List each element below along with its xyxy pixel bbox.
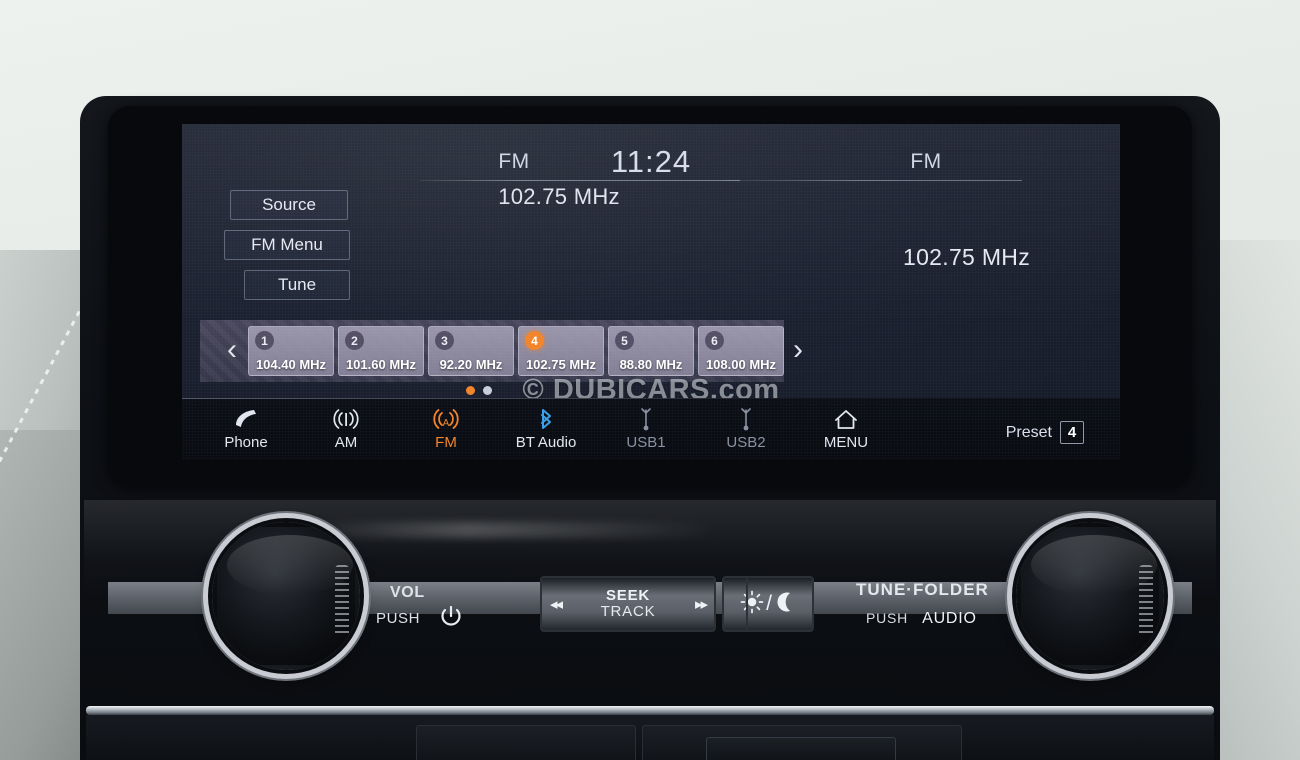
preset-strip: ‹ › 1 104.40 MHz 2 101.60 MHz 3 92.20 MH… xyxy=(200,320,803,382)
preset-indicator-label: Preset xyxy=(1005,423,1052,441)
source-label: BT Audio xyxy=(515,434,577,451)
tune-button[interactable]: Tune xyxy=(244,270,350,300)
preset-prev-page-icon[interactable]: ‹ xyxy=(220,330,244,370)
phone-handset-icon xyxy=(233,407,259,431)
preset-button-1[interactable]: 1 104.40 MHz xyxy=(248,326,334,376)
volume-knob[interactable] xyxy=(212,522,360,670)
source-label: Phone xyxy=(224,434,268,451)
source-item-am[interactable]: AM xyxy=(296,407,396,451)
source-label: AM xyxy=(334,434,358,451)
bluetooth-icon xyxy=(536,407,556,431)
preset-page-dots[interactable] xyxy=(466,386,492,395)
source-item-usb1[interactable]: USB1 xyxy=(596,407,696,451)
previous-track-icon[interactable]: ◂◂ xyxy=(550,595,563,613)
preset-frequency: 101.60 MHz xyxy=(345,357,417,372)
preset-number: 6 xyxy=(705,331,724,350)
page-dot-2[interactable] xyxy=(483,386,492,395)
tune-push-label: PUSH xyxy=(866,610,909,626)
home-house-icon xyxy=(833,407,859,431)
seek-track-labels: SEEK TRACK xyxy=(600,586,656,621)
preset-number: 2 xyxy=(345,331,364,350)
header-divider-right xyxy=(722,180,1022,181)
day-night-divider xyxy=(722,576,748,632)
infotainment-display[interactable]: FM 11:24 FM 102.75 MHz 102.75 MHz Source… xyxy=(182,124,1120,460)
preset-frequency: 88.80 MHz xyxy=(619,357,683,372)
usb-icon xyxy=(737,407,755,431)
preset-frequency: 92.20 MHz xyxy=(439,357,503,372)
track-label: TRACK xyxy=(600,603,656,620)
preset-button-2[interactable]: 2 101.60 MHz xyxy=(338,326,424,376)
source-button[interactable]: Source xyxy=(230,190,348,220)
source-bar: Phone AM A FM BT Audio USB1 USB2 MENU Pr… xyxy=(182,398,1120,460)
preset-list: 1 104.40 MHz 2 101.60 MHz 3 92.20 MHz 4 … xyxy=(248,326,784,376)
power-icon xyxy=(438,604,464,635)
preset-button-3[interactable]: 3 92.20 MHz xyxy=(428,326,514,376)
preset-next-page-icon[interactable]: › xyxy=(786,330,810,370)
chrome-trim-strip xyxy=(86,706,1214,715)
scene: FM 11:24 FM 102.75 MHz 102.75 MHz Source… xyxy=(0,0,1300,760)
tune-audio-label: AUDIO xyxy=(922,610,977,627)
tune-folder-label: TUNE·FOLDER xyxy=(856,580,989,599)
radio-antenna-icon: A xyxy=(431,407,461,431)
vent-slot-center xyxy=(706,737,896,760)
source-label: USB2 xyxy=(726,434,766,451)
current-frequency: 102.75 MHz xyxy=(498,184,620,209)
preset-number: 1 xyxy=(255,331,274,350)
tune-folder-knob[interactable] xyxy=(1016,522,1164,670)
source-item-menu[interactable]: MENU xyxy=(796,407,896,451)
source-item-bt-audio[interactable]: BT Audio xyxy=(496,407,596,451)
source-bar-divider xyxy=(182,398,802,399)
source-item-phone[interactable]: Phone xyxy=(196,407,296,451)
band-label-right: FM xyxy=(910,150,942,173)
left-menu-buttons: Source FM Menu Tune xyxy=(222,190,352,310)
preset-button-5[interactable]: 5 88.80 MHz xyxy=(608,326,694,376)
preset-number-active: 4 xyxy=(525,331,544,350)
preset-number: 5 xyxy=(615,331,634,350)
source-label: USB1 xyxy=(626,434,666,451)
preset-frequency: 102.75 MHz xyxy=(525,357,597,372)
seek-label: SEEK xyxy=(605,586,651,604)
tune-knob-sublabels: PUSH AUDIO xyxy=(866,610,977,628)
current-frequency-right: 102.75 MHz xyxy=(902,244,1030,270)
page-dot-1[interactable] xyxy=(466,386,475,395)
source-item-fm[interactable]: A FM xyxy=(396,407,496,451)
knob-ridges xyxy=(1139,565,1153,637)
volume-label: VOL xyxy=(390,584,425,601)
radio-antenna-icon xyxy=(331,407,361,431)
fm-menu-button[interactable]: FM Menu xyxy=(224,230,350,260)
svg-text:A: A xyxy=(443,418,450,429)
vent-slot-left xyxy=(416,725,636,760)
header-divider-left xyxy=(420,180,740,181)
day-night-separator: / xyxy=(766,592,772,615)
source-label: MENU xyxy=(823,434,869,451)
seek-track-button[interactable]: ◂◂ SEEK TRACK ▸▸ xyxy=(540,576,716,632)
preset-frequency: 108.00 MHz xyxy=(705,357,777,372)
volume-push-label: PUSH xyxy=(376,610,421,627)
preset-indicator-value: 4 xyxy=(1060,421,1084,444)
moon-icon xyxy=(774,590,796,619)
control-deck: VOL PUSH ◂◂ SEEK TRACK ▸▸ / TUNE·FOLDER … xyxy=(108,500,1192,680)
preset-button-4[interactable]: 4 102.75 MHz xyxy=(518,326,604,376)
preset-button-6[interactable]: 6 108.00 MHz xyxy=(698,326,784,376)
usb-icon xyxy=(637,407,655,431)
source-label: FM xyxy=(435,434,457,451)
next-track-icon[interactable]: ▸▸ xyxy=(695,595,708,613)
source-item-usb2[interactable]: USB2 xyxy=(696,407,796,451)
preset-frequency: 104.40 MHz xyxy=(255,357,327,372)
knob-ridges xyxy=(335,565,349,637)
lower-vent-panel xyxy=(86,715,1214,760)
preset-number: 3 xyxy=(435,331,454,350)
preset-indicator: Preset 4 xyxy=(1006,421,1084,444)
